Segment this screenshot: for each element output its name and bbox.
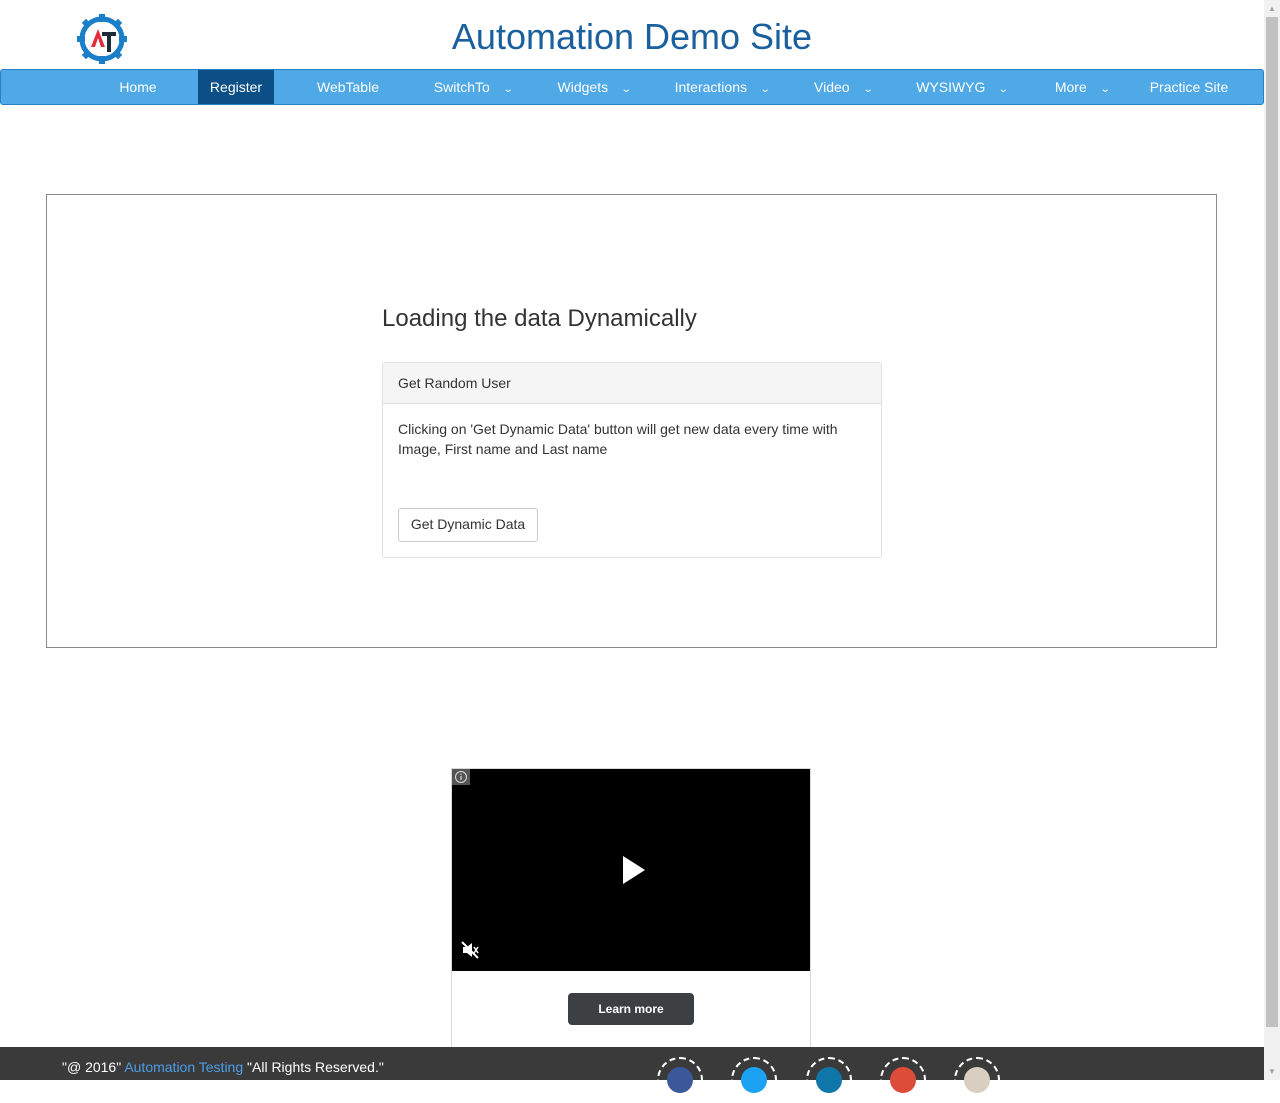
- nav-interactions[interactable]: Interactions ⌄: [663, 70, 781, 104]
- facebook-icon[interactable]: [657, 1057, 703, 1103]
- footer-link-automation-testing[interactable]: Automation Testing: [124, 1059, 243, 1075]
- site-footer: "@ 2016" Automation Testing "All Rights …: [0, 1047, 1264, 1103]
- page-scrollbar[interactable]: ▲ ▼: [1264, 0, 1280, 1080]
- site-header: Automation Demo Site: [0, 0, 1264, 69]
- chevron-down-icon: ⌄: [998, 84, 1010, 95]
- twitter-icon[interactable]: [731, 1057, 777, 1103]
- nav-practice-site[interactable]: Practice Site: [1141, 70, 1237, 104]
- scroll-up-arrow-icon[interactable]: ▲: [1264, 0, 1280, 17]
- chevron-down-icon: ⌄: [1099, 84, 1111, 95]
- chevron-down-icon: ⌄: [620, 84, 632, 95]
- chevron-down-icon: ⌄: [862, 84, 874, 95]
- chevron-down-icon: ⌄: [759, 84, 771, 95]
- random-user-panel: Get Random User Clicking on 'Get Dynamic…: [382, 362, 882, 558]
- ad-video-player[interactable]: [452, 769, 810, 971]
- scrollbar-thumb[interactable]: [1266, 17, 1278, 1027]
- page-title: Loading the data Dynamically: [382, 305, 697, 332]
- google-plus-icon[interactable]: [880, 1057, 926, 1103]
- get-dynamic-data-button[interactable]: Get Dynamic Data: [398, 508, 538, 542]
- video-ad: Learn more: [451, 768, 811, 1060]
- scroll-down-arrow-icon[interactable]: ▼: [1264, 1063, 1280, 1080]
- panel-description: Clicking on 'Get Dynamic Data' button wi…: [398, 421, 838, 457]
- nav-more[interactable]: More ⌄: [1039, 70, 1125, 104]
- nav-wysiwyg[interactable]: WYSIWYG ⌄: [903, 70, 1021, 104]
- youtube-icon[interactable]: [954, 1057, 1000, 1103]
- play-icon[interactable]: [623, 856, 645, 884]
- learn-more-button[interactable]: Learn more: [568, 993, 694, 1025]
- nav-video[interactable]: Video ⌄: [801, 70, 885, 104]
- nav-webtable[interactable]: WebTable: [301, 70, 395, 104]
- chevron-down-icon: ⌄: [502, 84, 514, 95]
- panel-heading: Get Random User: [383, 363, 881, 404]
- info-icon[interactable]: [452, 769, 470, 785]
- nav-widgets[interactable]: Widgets ⌄: [544, 70, 644, 104]
- mute-icon[interactable]: [460, 940, 480, 960]
- footer-copyright: "@ 2016" Automation Testing "All Rights …: [62, 1059, 384, 1075]
- linkedin-icon[interactable]: [806, 1057, 852, 1103]
- nav-register[interactable]: Register: [198, 70, 274, 104]
- nav-home[interactable]: Home: [98, 70, 178, 104]
- content-container: Loading the data Dynamically Get Random …: [46, 194, 1217, 648]
- nav-switchto[interactable]: SwitchTo ⌄: [421, 70, 525, 104]
- main-navbar: Home Register WebTable SwitchTo ⌄ Widgets…: [0, 69, 1264, 105]
- site-title: Automation Demo Site: [451, 16, 813, 57]
